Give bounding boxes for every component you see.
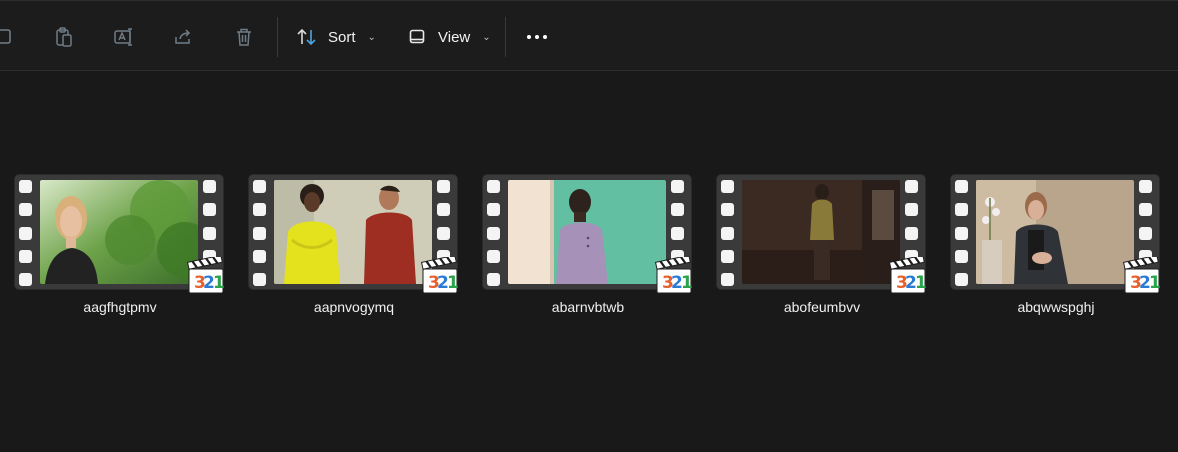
svg-text:1: 1 <box>915 273 927 293</box>
rename-icon[interactable] <box>110 23 138 51</box>
media-player-classic-icon: 321 <box>654 254 693 295</box>
film-hole <box>905 203 918 217</box>
film-hole <box>955 203 968 217</box>
film-sprocket-holes <box>955 180 971 286</box>
toolbar-separator <box>277 17 278 57</box>
svg-text:1: 1 <box>447 273 459 293</box>
film-hole <box>955 226 968 240</box>
film-hole <box>487 249 500 263</box>
file-name-label: aapnvogymq <box>313 299 395 315</box>
film-sprocket-holes <box>721 180 737 286</box>
film-hole <box>203 203 216 217</box>
film-hole <box>19 226 32 240</box>
thumbnail-frame <box>274 180 432 284</box>
film-hole <box>487 273 500 286</box>
more-icon <box>527 35 531 39</box>
view-icon <box>409 29 425 44</box>
film-hole <box>721 226 734 240</box>
film-hole <box>905 180 918 193</box>
film-hole <box>437 180 450 193</box>
sort-button[interactable]: Sort ⌄ <box>296 21 376 53</box>
file-name-label: abarnvbtwb <box>551 299 625 315</box>
thumbnail-frame <box>976 180 1134 284</box>
film-hole <box>955 180 968 193</box>
film-hole <box>437 226 450 240</box>
thumbnail-frame <box>40 180 198 284</box>
film-hole <box>19 203 32 217</box>
file-item[interactable]: 3 2 1 aagfhgtpmv <box>15 175 225 325</box>
share-icon[interactable] <box>170 23 198 51</box>
film-hole <box>1139 203 1152 217</box>
svg-text:1: 1 <box>681 273 693 293</box>
film-hole <box>19 180 32 193</box>
sort-icon <box>297 28 316 46</box>
film-hole <box>203 226 216 240</box>
film-hole <box>487 226 500 240</box>
film-hole <box>203 180 216 193</box>
thumbnail-frame <box>508 180 666 284</box>
film-hole <box>1139 180 1152 193</box>
paste-icon[interactable] <box>50 23 78 51</box>
film-hole <box>955 249 968 263</box>
command-bar: Sort ⌄ View ⌄ <box>0 1 1178 70</box>
chevron-down-icon: ⌄ <box>482 31 491 43</box>
more-options-button[interactable] <box>523 27 551 47</box>
sort-label: Sort <box>328 28 356 46</box>
svg-text:1: 1 <box>1149 273 1161 293</box>
copy-icon[interactable] <box>0 23 20 51</box>
view-label: View <box>438 28 471 46</box>
film-sprocket-holes <box>253 180 269 286</box>
file-name-label: abqwwspghj <box>1017 299 1095 315</box>
svg-text:1: 1 <box>213 273 225 293</box>
file-item[interactable]: 3 2 1 abarnvbtwb <box>483 175 693 325</box>
film-hole <box>671 180 684 193</box>
thumbnail-frame <box>742 180 900 284</box>
film-hole <box>1139 226 1152 240</box>
film-hole <box>253 226 266 240</box>
film-hole <box>253 203 266 217</box>
media-player-classic-icon: 321 <box>186 254 225 295</box>
film-hole <box>437 203 450 217</box>
film-hole <box>721 180 734 193</box>
media-player-classic-icon: 321 <box>888 254 927 295</box>
film-hole <box>721 249 734 263</box>
film-hole <box>905 226 918 240</box>
film-hole <box>955 273 968 286</box>
media-player-classic-icon: 321 <box>420 254 459 295</box>
film-hole <box>253 273 266 286</box>
file-item[interactable]: 3 2 1 abofeumbvv <box>717 175 927 325</box>
film-sprocket-holes <box>19 180 35 286</box>
chevron-down-icon: ⌄ <box>367 31 376 43</box>
media-player-classic-icon: 321 <box>1122 254 1161 295</box>
film-hole <box>721 273 734 286</box>
film-hole <box>721 203 734 217</box>
file-name-label: abofeumbvv <box>783 299 861 315</box>
toolbar-separator <box>505 17 506 57</box>
film-hole <box>487 203 500 217</box>
view-button[interactable]: View ⌄ <box>408 21 491 53</box>
toolbar-divider <box>0 70 1178 71</box>
film-hole <box>487 180 500 193</box>
film-sprocket-holes <box>487 180 503 286</box>
file-item[interactable]: 3 2 1 aapnvogymq <box>249 175 459 325</box>
film-hole <box>19 273 32 286</box>
film-hole <box>253 249 266 263</box>
file-item[interactable]: 3 2 1 abqwwspghj <box>951 175 1161 325</box>
film-hole <box>253 180 266 193</box>
file-name-label: aagfhgtpmv <box>83 299 157 315</box>
film-hole <box>19 249 32 263</box>
film-hole <box>671 203 684 217</box>
delete-icon[interactable] <box>230 23 258 51</box>
film-hole <box>671 226 684 240</box>
